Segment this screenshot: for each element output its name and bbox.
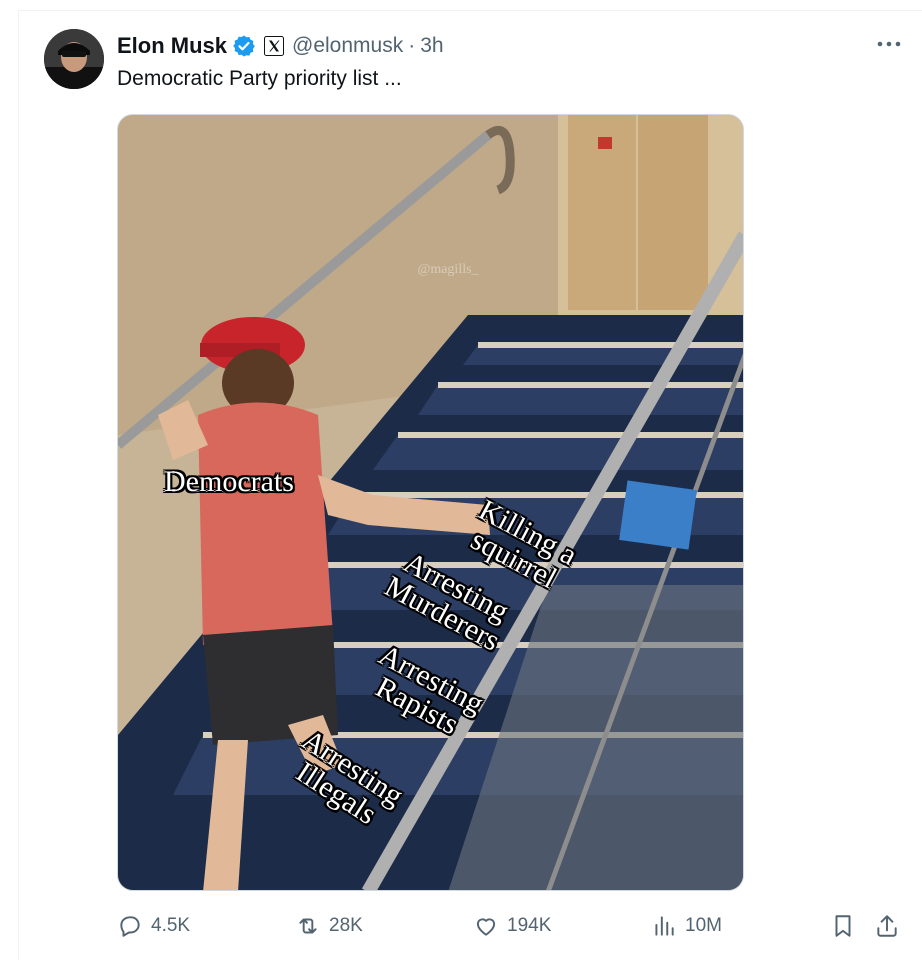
meme-image: @magills_ [118,115,743,890]
reply-icon [120,916,140,937]
bookmark-button[interactable] [830,908,864,944]
repost-count: 28K [329,915,363,936]
views-button[interactable]: 10M [651,908,722,944]
views-chart-icon [655,916,674,936]
more-options-icon[interactable] [874,32,904,56]
share-button[interactable] [874,908,908,944]
repost-icon [299,918,317,934]
repost-button[interactable]: 28K [295,908,363,944]
like-button[interactable]: 194K [473,908,551,944]
watermark-text: @magills_ [417,262,479,277]
views-count: 10M [685,915,722,936]
verified-badge-icon[interactable] [232,34,256,58]
post-time[interactable]: 3h [420,34,443,58]
author-name[interactable]: Elon Musk [117,33,227,59]
label-democrats: Democrats [164,467,294,497]
like-count: 194K [507,915,552,936]
tweet-text: Democratic Party priority list ... [117,67,402,90]
share-icon [877,915,897,937]
bookmark-icon [835,915,851,937]
x-logo-icon[interactable] [264,36,285,56]
reply-count: 4.5K [151,915,191,936]
label-democrats-text: Democrats [164,465,294,498]
avatar[interactable] [44,29,104,89]
reply-button[interactable]: 4.5K [117,908,190,944]
separator-dot: · [408,34,416,57]
action-bar: 4.5K 28K 194K 10M [117,908,907,944]
author-handle[interactable]: @elonmusk [292,34,403,58]
tweet-image[interactable]: @magills_ Democrats Killing a squirrel A… [117,114,744,891]
heart-icon [476,918,496,936]
tweet-header: Elon Musk @elonmusk · 3h [117,31,444,61]
